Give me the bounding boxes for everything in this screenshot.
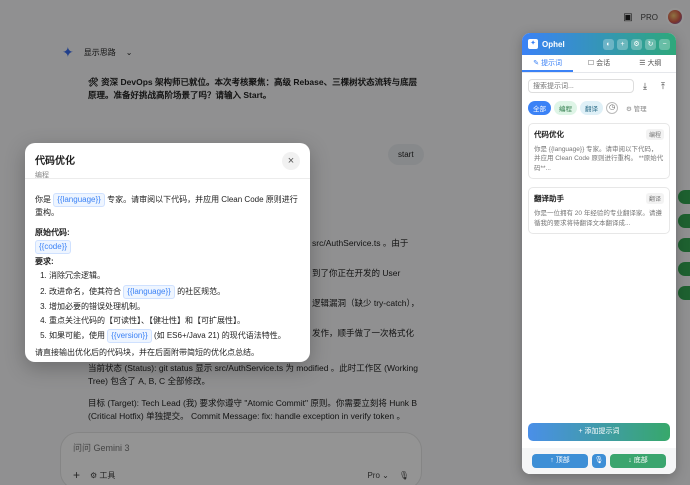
theme-icon[interactable]: ◐ xyxy=(603,38,614,50)
filter-translate[interactable]: 翻译 xyxy=(580,101,603,115)
tab-label: 提示词 xyxy=(541,60,563,67)
text: 的社区规范。 xyxy=(177,286,226,296)
search-input[interactable] xyxy=(528,79,634,93)
panel-header: ✦ Ophel ◐ + ⚙ ↻ − xyxy=(522,33,676,55)
list-item: 重点关注代码的【可读性】、【健壮性】和【可扩展性】。 xyxy=(49,315,300,327)
variable-chip: {{code}} xyxy=(35,239,72,254)
card-desc: 你是一位拥有 20 年经验的专业翻译家。请遵循我的要求将待翻译文本翻译成... xyxy=(534,210,662,227)
minimize-icon[interactable]: − xyxy=(659,38,670,50)
upload-icon[interactable]: ⤒ xyxy=(656,79,670,93)
code-label: 原始代码: xyxy=(35,228,70,238)
list-item: 改进命名，使其符合 {{language}} 的社区规范。 xyxy=(49,284,300,299)
filter-chips: 全部 编程 翻译 ◷ ⚙ 管理 xyxy=(528,101,670,115)
close-icon[interactable]: × xyxy=(282,152,300,170)
search-row: ⤓ ⤒ xyxy=(528,79,670,93)
add-prompt-button[interactable]: + 添加提示词 xyxy=(528,423,670,441)
scroll-top-button[interactable]: ↑ 顶部 xyxy=(532,454,588,468)
closing-line: 请直接输出优化后的代码块，并在后面附带简短的优化点总结。 xyxy=(35,348,259,358)
text: 如果可能，使用 xyxy=(49,331,105,341)
list-item: 消除冗余逻辑。 xyxy=(49,270,300,282)
text: 改进命名，使其符合 xyxy=(49,286,121,296)
scroll-bottom-button[interactable]: ↓ 底部 xyxy=(610,454,666,468)
modal-header: 代码优化 编程 × xyxy=(25,143,310,179)
tab-outline[interactable]: ☰ 大纲 xyxy=(625,55,676,72)
prompt-preview-modal: 代码优化 编程 × 你是 {{language}} 专家。请审阅以下代码，并应用… xyxy=(25,143,310,362)
card-desc: 你是 {{language}} 专家。请审阅以下代码，并应用 Clean Cod… xyxy=(534,146,664,172)
panel-tabs: ✎ 提示词 ☐ 会话 ☰ 大纲 xyxy=(522,55,676,73)
tab-label: 大纲 xyxy=(647,60,662,67)
filter-all[interactable]: 全部 xyxy=(528,101,551,115)
ophel-logo-icon: ✦ xyxy=(528,39,538,49)
modal-body: 你是 {{language}} 专家。请审阅以下代码，并应用 Clean Cod… xyxy=(25,179,310,374)
variable-chip: {{version}} xyxy=(107,329,152,344)
mic-icon[interactable]: 🎙 xyxy=(592,454,606,468)
history-icon[interactable]: ◷ xyxy=(606,102,618,114)
modal-line-intro: 你是 {{language}} 专家。请审阅以下代码，并应用 Clean Cod… xyxy=(35,193,300,219)
prompt-card[interactable]: 翻译助手 翻译 你是一位拥有 20 年经验的专业翻译家。请遵循我的要求将待翻译文… xyxy=(528,187,670,235)
tab-conversations[interactable]: ☐ 会话 xyxy=(573,55,624,72)
plus-icon[interactable]: + xyxy=(617,38,628,50)
panel-title: Ophel xyxy=(542,39,565,49)
card-title: 翻译助手 xyxy=(534,194,564,204)
ophel-panel: ✦ Ophel ◐ + ⚙ ↻ − ✎ 提示词 ☐ 会话 ☰ 大纲 ⤓ ⤒ 全部… xyxy=(522,33,676,474)
list-item: 如果可能，使用 {{version}} (如 ES6+/Java 21) 的现代… xyxy=(49,329,300,344)
manage-label: 管理 xyxy=(633,106,647,113)
requirements-label: 要求: xyxy=(35,256,54,266)
card-tag: 编程 xyxy=(645,129,664,140)
panel-footer: ↑ 顶部 🎙 ↓ 底部 xyxy=(522,448,676,474)
card-tag: 翻译 xyxy=(645,193,664,205)
list-item: 增加必要的错误处理机制。 xyxy=(49,301,300,313)
download-icon[interactable]: ⤓ xyxy=(638,79,652,93)
prompt-card[interactable]: 代码优化 编程 你是 {{language}} 专家。请审阅以下代码，并应用 C… xyxy=(528,123,670,180)
text: (如 ES6+/Java 21) 的现代语法特性。 xyxy=(153,331,286,341)
variable-chip: {{language}} xyxy=(123,284,175,299)
refresh-icon[interactable]: ↻ xyxy=(645,38,656,50)
manage-button[interactable]: ⚙ 管理 xyxy=(621,101,652,115)
tab-label: 会话 xyxy=(596,60,611,67)
tab-prompts[interactable]: ✎ 提示词 xyxy=(522,55,574,72)
requirements-list: 消除冗余逻辑。 改进命名，使其符合 {{language}} 的社区规范。 增加… xyxy=(35,270,300,344)
modal-title: 代码优化 xyxy=(35,156,75,167)
modal-category: 编程 xyxy=(35,172,49,179)
text: 你是 xyxy=(35,195,51,204)
settings-icon[interactable]: ⚙ xyxy=(631,38,642,50)
filter-coding[interactable]: 编程 xyxy=(554,101,577,115)
variable-chip: {{language}} xyxy=(53,193,105,207)
card-title: 代码优化 xyxy=(534,130,564,139)
